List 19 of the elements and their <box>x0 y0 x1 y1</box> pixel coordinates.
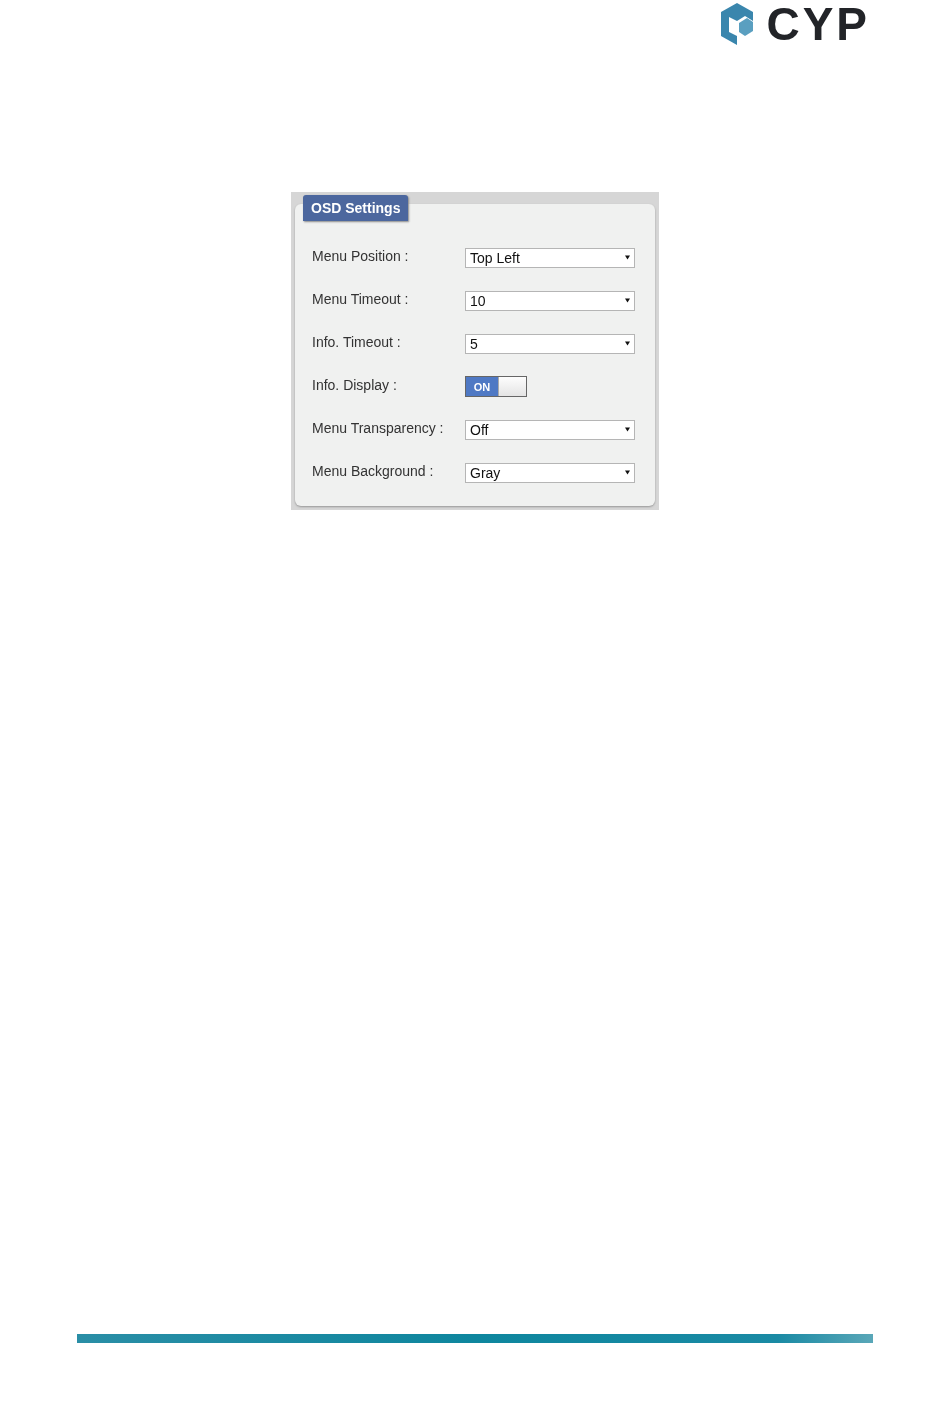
dropdown[interactable]: 5 <box>465 333 635 354</box>
setting-label: Info. Display : <box>312 376 398 393</box>
setting-label: Menu Background : <box>312 462 435 479</box>
dropdown[interactable]: Off <box>465 419 635 440</box>
dropdown[interactable]: Gray <box>465 462 635 483</box>
dropdown[interactable]: 10 <box>465 290 635 311</box>
setting-label: Info. Timeout : <box>312 333 402 350</box>
toggle-switch[interactable]: ON <box>465 376 527 397</box>
caret-icon <box>625 427 630 432</box>
caret-icon <box>625 255 630 260</box>
caret-icon <box>625 470 630 475</box>
caret-icon <box>625 341 630 346</box>
setting-label: Menu Transparency : <box>312 419 445 436</box>
caret-icon <box>625 298 630 303</box>
setting-label: Menu Position : <box>312 247 410 264</box>
dropdown[interactable]: Top Left <box>465 247 635 268</box>
setting-label: Menu Timeout : <box>312 290 410 307</box>
panel-title: OSD Settings <box>303 195 409 221</box>
logo-text: CYP <box>766 1 870 47</box>
